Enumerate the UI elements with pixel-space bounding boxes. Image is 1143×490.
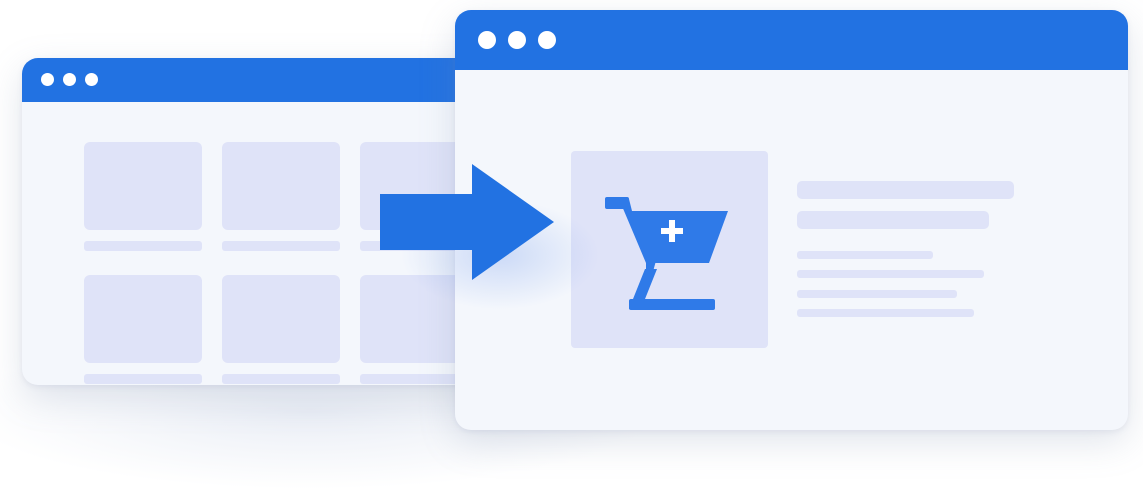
product-description-line	[797, 309, 974, 317]
product-caption-placeholder	[84, 374, 202, 384]
product-subtitle-placeholder	[797, 211, 989, 229]
product-description-line	[797, 251, 933, 259]
product-description-line	[797, 290, 957, 298]
product-thumbnail[interactable]	[84, 275, 202, 363]
product-caption-placeholder	[222, 241, 340, 251]
arrow-right-icon	[380, 164, 554, 280]
product-image[interactable]	[571, 151, 768, 348]
product-thumbnail[interactable]	[84, 142, 202, 230]
window-control-dot[interactable]	[63, 73, 76, 86]
window-titlebar	[22, 58, 502, 102]
window-control-dot[interactable]	[538, 31, 556, 49]
add-to-cart-icon[interactable]	[601, 191, 731, 316]
product-title-placeholder	[797, 181, 1014, 199]
product-caption-placeholder	[222, 374, 340, 384]
window-control-dot[interactable]	[508, 31, 526, 49]
product-description-line	[797, 270, 984, 278]
window-control-dot[interactable]	[85, 73, 98, 86]
window-titlebar	[455, 10, 1128, 70]
window-control-dot[interactable]	[478, 31, 496, 49]
product-caption-placeholder	[84, 241, 202, 251]
product-thumbnail[interactable]	[222, 142, 340, 230]
product-thumbnail[interactable]	[222, 275, 340, 363]
window-control-dot[interactable]	[41, 73, 54, 86]
